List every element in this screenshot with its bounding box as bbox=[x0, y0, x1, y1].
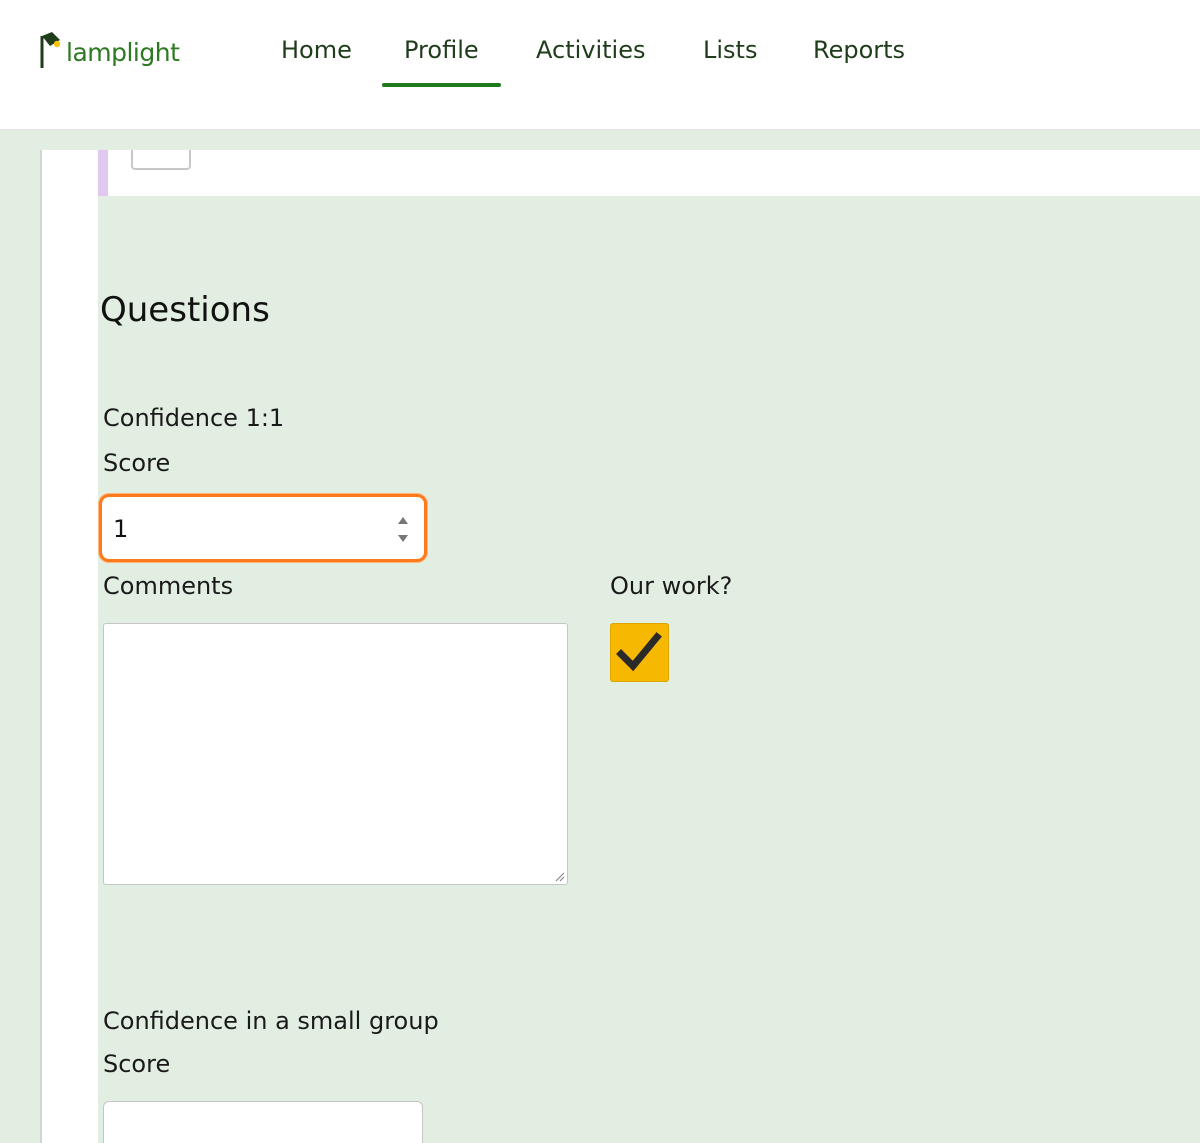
cut-off-checkbox[interactable] bbox=[131, 150, 191, 170]
score-input[interactable] bbox=[103, 1101, 423, 1143]
resize-grip-icon[interactable] bbox=[553, 870, 565, 882]
nav-lists[interactable]: Lists bbox=[703, 36, 757, 72]
comments-label: Comments bbox=[103, 572, 234, 600]
nav-reports[interactable]: Reports bbox=[813, 36, 905, 72]
checkmark-icon bbox=[616, 632, 662, 672]
lamp-logo-icon bbox=[40, 32, 61, 68]
scrolled-off-card bbox=[98, 150, 1200, 196]
score-input[interactable]: 1 bbox=[99, 494, 427, 562]
number-stepper[interactable] bbox=[396, 515, 410, 545]
our-work-label: Our work? bbox=[610, 572, 733, 600]
top-navigation-bar: lamplight Home Profile Activities Lists … bbox=[0, 0, 1200, 130]
score-value: 1 bbox=[113, 515, 129, 543]
score-label: Score bbox=[103, 1050, 171, 1078]
page-left-rail bbox=[40, 150, 58, 1143]
nav-activities[interactable]: Activities bbox=[536, 36, 646, 72]
question-title: Confidence in a small group bbox=[103, 1007, 439, 1035]
score-label: Score bbox=[103, 449, 171, 477]
stepper-up-icon[interactable] bbox=[398, 517, 408, 524]
nav-profile[interactable]: Profile bbox=[382, 36, 501, 87]
question-title: Confidence 1:1 bbox=[103, 404, 285, 432]
comments-textarea[interactable] bbox=[103, 623, 568, 885]
brand-name: lamplight bbox=[66, 38, 180, 67]
nav-home[interactable]: Home bbox=[281, 36, 352, 72]
questions-heading: Questions bbox=[100, 290, 270, 330]
our-work-checkbox[interactable] bbox=[610, 623, 669, 682]
page-left-gutter bbox=[58, 150, 98, 1143]
stepper-down-icon[interactable] bbox=[398, 535, 408, 542]
lamplight-logo[interactable]: lamplight bbox=[38, 30, 188, 74]
